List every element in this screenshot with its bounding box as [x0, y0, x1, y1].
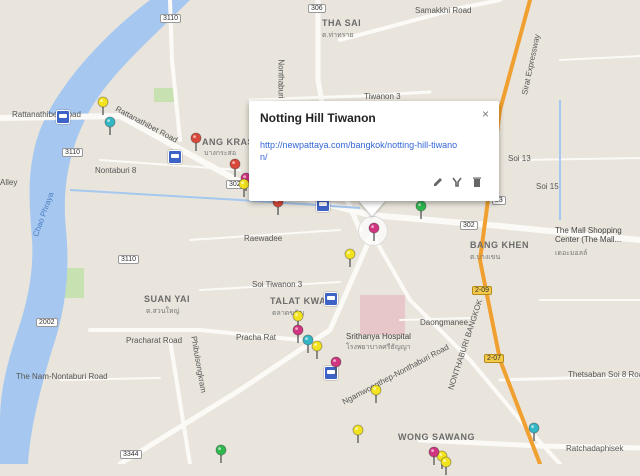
pin-pink-3[interactable]	[330, 356, 342, 376]
area-label-thai: ต.สวนใหญ่	[146, 308, 180, 315]
pencil-icon[interactable]	[432, 175, 444, 187]
area-label: THA SAI	[322, 18, 362, 28]
map-canvas[interactable]	[0, 0, 640, 464]
route-shield: 306	[308, 4, 326, 13]
transit-station-icon[interactable]	[168, 150, 182, 164]
pin-green-2[interactable]	[215, 444, 227, 464]
pin-yellow-7[interactable]	[352, 424, 364, 444]
place-label-mall[interactable]: The Mall Shopping Center (The Mall...	[555, 226, 635, 244]
map-pin-icon	[370, 384, 382, 403]
road-label: Soi 13	[508, 154, 531, 163]
road-label: Nontaburi 8	[95, 166, 137, 175]
info-window-tail	[358, 200, 386, 216]
map-pin-icon	[368, 222, 380, 241]
area-label: BANG KHEN	[470, 240, 530, 250]
route-shield: 3110	[118, 255, 140, 264]
park	[360, 295, 405, 335]
area-label-thai: ต.ท่าทราย	[322, 32, 354, 39]
pin-yellow-3[interactable]	[344, 248, 356, 268]
map-pin-icon	[311, 340, 323, 359]
place-label-thai: โรงพยาบาลศรีธัญญา	[346, 344, 411, 351]
map-pin-icon	[104, 116, 116, 135]
transit-station-icon[interactable]	[56, 110, 70, 124]
pin-yellow-1[interactable]	[97, 96, 109, 116]
pin-pink-4[interactable]	[428, 446, 440, 466]
road-label: The Nam-Nontaburi Road	[16, 372, 108, 381]
trash-icon[interactable]	[471, 175, 483, 187]
road-label: Daongmanee	[420, 318, 469, 327]
road-label: Thetsaban Soi 8 Road	[568, 370, 640, 379]
pin-teal-1[interactable]	[104, 116, 116, 136]
pin-red-1[interactable]	[190, 132, 202, 152]
map-pin-icon	[440, 456, 452, 475]
road-label: Ratchadaphisek	[566, 444, 624, 453]
area-label: SUAN YAI	[144, 294, 191, 304]
area-label: WONG SAWANG	[398, 432, 475, 442]
road-label: Pracharat Road	[126, 336, 183, 345]
map-pin-icon	[344, 248, 356, 267]
map-pin-icon	[415, 200, 427, 219]
transit-station-icon[interactable]	[324, 292, 338, 306]
area-label-thai: ต.บางเขน	[470, 254, 501, 261]
place-label-thai: เดอะมอลล์	[555, 250, 588, 257]
route-shield: 2-07	[484, 354, 505, 363]
park	[154, 88, 174, 102]
info-window-link[interactable]: http://newpattaya.com/bangkok/notting-hi…	[260, 139, 460, 163]
info-window-title: Notting Hill Tiwanon	[260, 111, 376, 125]
pin-yellow-5[interactable]	[311, 340, 323, 360]
road-label: Soi Tiwanon 3	[252, 280, 303, 289]
map-pin-icon	[428, 446, 440, 465]
map-pin-icon	[190, 132, 202, 151]
pin-green-1[interactable]	[415, 200, 427, 220]
close-icon[interactable]: ×	[482, 107, 489, 121]
info-window: Notting Hill Tiwanon × http://newpattaya…	[249, 101, 499, 201]
map-pin-icon	[215, 444, 227, 463]
map-pin-icon	[352, 424, 364, 443]
map-pin-icon	[97, 96, 109, 115]
pin-yellow-9[interactable]	[440, 456, 452, 476]
style-icon[interactable]	[451, 175, 463, 187]
pin-yellow-6[interactable]	[370, 384, 382, 404]
route-shield: 3344	[120, 450, 142, 459]
road-label: Rattanathibet Road	[12, 110, 81, 119]
road-label: Soi 15	[536, 182, 559, 191]
place-label-hospital[interactable]: Srithanya Hospital	[346, 332, 411, 341]
route-shield: 2002	[36, 318, 58, 327]
pin-teal-3[interactable]	[528, 422, 540, 442]
map-pin-icon	[330, 356, 342, 375]
route-shield: 3110	[160, 14, 182, 23]
route-shield: 3110	[62, 148, 84, 157]
road-label: Pracha Rat	[236, 333, 277, 342]
road-label: Samakkhi Road	[415, 6, 472, 15]
road-label: Raewadee	[244, 234, 283, 243]
route-shield: 302	[460, 221, 478, 230]
road-label: Tiwanon 3	[364, 92, 401, 101]
pin-pink-selected[interactable]	[368, 222, 380, 242]
road-label: Alley	[0, 178, 18, 187]
map-pin-icon	[528, 422, 540, 441]
route-shield: 2-09	[472, 286, 493, 295]
